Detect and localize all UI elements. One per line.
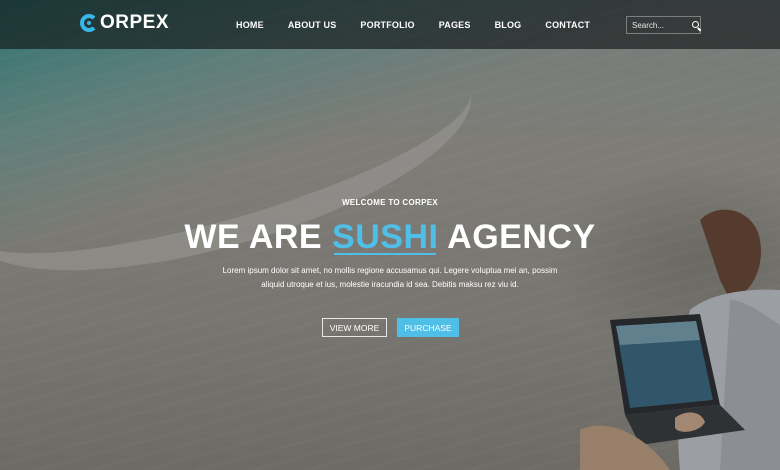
- headline-prefix: WE ARE: [184, 218, 333, 256]
- nav-about-us[interactable]: ABOUT US: [288, 20, 337, 30]
- nav-portfolio[interactable]: PORTFOLIO: [360, 20, 414, 30]
- headline-accent: SUSHI: [332, 218, 439, 256]
- logo-text: ORPEX: [100, 12, 170, 33]
- search-box: [626, 16, 701, 34]
- search-input[interactable]: [627, 17, 690, 33]
- main-menu: HOME ABOUT US PORTFOLIO PAGES BLOG CONTA…: [236, 0, 614, 49]
- hero-section: ORPEX HOME ABOUT US PORTFOLIO PAGES BLOG…: [0, 0, 780, 470]
- search-icon[interactable]: [690, 19, 700, 31]
- navbar: ORPEX HOME ABOUT US PORTFOLIO PAGES BLOG…: [0, 0, 780, 49]
- nav-home[interactable]: HOME: [236, 20, 264, 30]
- view-more-button[interactable]: VIEW MORE: [322, 318, 387, 337]
- brand-logo[interactable]: ORPEX: [80, 12, 169, 34]
- purchase-button[interactable]: PURCHASE: [397, 318, 459, 337]
- logo-c-icon: [80, 14, 98, 32]
- nav-blog[interactable]: BLOG: [495, 20, 522, 30]
- hero-kicker: WELCOME TO CORPEX: [341, 198, 439, 207]
- nav-contact[interactable]: CONTACT: [545, 20, 590, 30]
- hero-description: Lorem ipsum dolor sit amet, no mollis re…: [222, 266, 558, 289]
- headline-suffix: AGENCY: [438, 218, 596, 256]
- nav-pages[interactable]: PAGES: [439, 20, 471, 30]
- hero-headline: WE ARE SUSHI AGENCY: [0, 218, 780, 257]
